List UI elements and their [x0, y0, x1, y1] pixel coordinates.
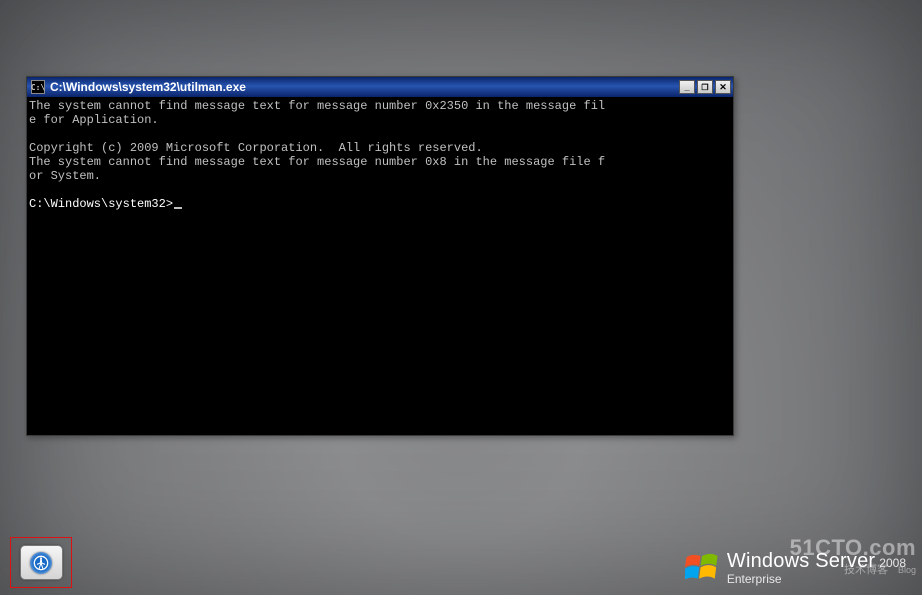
ease-of-access-icon: [30, 552, 52, 574]
windows-brand: Windows Server 2008 Enterprise: [685, 551, 906, 585]
ease-of-access-button[interactable]: [20, 545, 63, 580]
maximize-button[interactable]: ❐: [697, 80, 713, 94]
cmd-icon: C:\: [31, 80, 45, 94]
cmd-window: C:\ C:\Windows\system32\utilman.exe _ ❐ …: [26, 76, 734, 436]
windows-flag-icon: [685, 553, 719, 583]
close-button[interactable]: ✕: [715, 80, 731, 94]
ease-of-access-highlight: [10, 537, 72, 588]
cursor-icon: [174, 207, 182, 209]
cmd-console[interactable]: The system cannot find message text for …: [29, 99, 731, 433]
minimize-button[interactable]: _: [679, 80, 695, 94]
cmd-prompt: C:\Windows\system32>: [29, 197, 173, 211]
cmd-titlebar[interactable]: C:\ C:\Windows\system32\utilman.exe _ ❐ …: [27, 77, 733, 97]
cmd-title-text: C:\Windows\system32\utilman.exe: [50, 80, 674, 94]
